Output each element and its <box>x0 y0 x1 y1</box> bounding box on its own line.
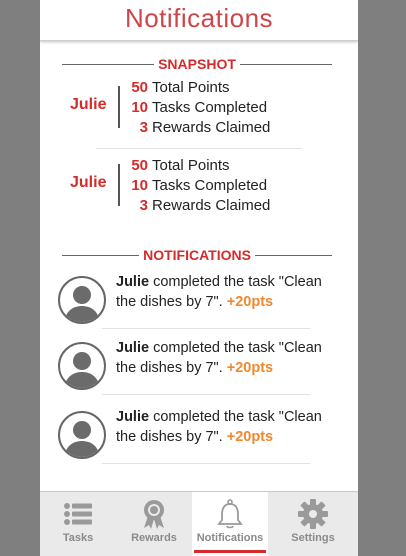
notification-user: Julie <box>116 340 150 356</box>
header-bar: Notifications <box>40 0 358 41</box>
points-earned: +20pts <box>226 429 274 445</box>
points-label: Total Points <box>152 157 230 174</box>
rewards-stat: 3 Rewards Claimed <box>124 196 324 216</box>
notification-user: Julie <box>116 409 150 425</box>
tasks-value: 10 <box>131 177 148 194</box>
rewards-value: 3 <box>139 197 148 214</box>
tab-tasks[interactable]: Tasks <box>40 492 116 556</box>
award-ribbon-icon <box>144 500 164 529</box>
tab-notifications[interactable]: Notifications <box>192 492 268 556</box>
notification-item[interactable]: Julie completed the task "Clean the dish… <box>40 272 358 332</box>
avatar <box>58 276 106 324</box>
user-silhouette-icon <box>64 421 100 457</box>
tasks-stat: 10 Tasks Completed <box>124 176 324 196</box>
notification-text: Julie completed the task "Clean the dish… <box>116 338 338 378</box>
notification-item[interactable]: Julie completed the task "Clean the dish… <box>40 338 358 398</box>
rewards-label: Rewards Claimed <box>152 119 271 136</box>
snapshot-heading-label: SNAPSHOT <box>154 56 240 72</box>
divider <box>102 328 310 329</box>
page-title: Notifications <box>124 3 274 33</box>
notification-item[interactable]: Julie completed the task "Clean the dish… <box>40 407 358 467</box>
tab-label: Rewards <box>131 532 177 544</box>
gear-icon <box>298 499 328 529</box>
tasks-stat: 10 Tasks Completed <box>124 98 324 118</box>
tasks-label: Tasks Completed <box>152 99 268 116</box>
avatar <box>58 411 106 459</box>
divider <box>102 394 310 395</box>
tasks-value: 10 <box>131 99 148 116</box>
tab-settings[interactable]: Settings <box>268 492 358 556</box>
notifications-heading: NOTIFICATIONS <box>62 247 332 263</box>
bottom-tab-bar: Tasks Rewards Notifications Settings <box>40 491 358 556</box>
notification-text: Julie completed the task "Clean the dish… <box>116 272 338 312</box>
points-value: 50 <box>131 157 148 174</box>
list-icon <box>64 503 92 525</box>
rewards-stat: 3 Rewards Claimed <box>124 118 324 138</box>
notification-user: Julie <box>116 274 150 290</box>
snapshot-heading: SNAPSHOT <box>62 56 332 72</box>
user-silhouette-icon <box>64 286 100 322</box>
app-screen: Notifications SNAPSHOT Julie 50 Total Poi… <box>40 0 358 556</box>
tab-rewards[interactable]: Rewards <box>116 492 192 556</box>
tab-label: Settings <box>291 532 335 544</box>
active-tab-indicator <box>194 550 266 553</box>
bell-icon <box>217 499 243 529</box>
points-value: 50 <box>131 79 148 96</box>
divider <box>102 463 310 464</box>
user-silhouette-icon <box>64 352 100 388</box>
rewards-label: Rewards Claimed <box>152 197 271 214</box>
notification-text: Julie completed the task "Clean the dish… <box>116 407 338 447</box>
divider <box>96 148 302 149</box>
notifications-heading-label: NOTIFICATIONS <box>139 247 255 263</box>
points-stat: 50 Total Points <box>124 78 324 98</box>
rewards-value: 3 <box>139 119 148 136</box>
divider <box>118 164 120 206</box>
divider <box>118 86 120 128</box>
tab-label: Notifications <box>196 532 264 544</box>
snapshot-user-name: Julie <box>70 96 107 113</box>
snapshot-entry: Julie 50 Total Points 10 Tasks Completed 3… <box>40 156 358 218</box>
points-label: Total Points <box>152 79 230 96</box>
tab-label: Tasks <box>62 532 94 544</box>
tasks-label: Tasks Completed <box>152 177 268 194</box>
points-earned: +20pts <box>226 294 274 310</box>
points-stat: 50 Total Points <box>124 156 324 176</box>
points-earned: +20pts <box>226 360 274 376</box>
snapshot-user-name: Julie <box>70 174 107 191</box>
snapshot-entry: Julie 50 Total Points 10 Tasks Completed 3… <box>40 78 358 140</box>
avatar <box>58 342 106 390</box>
